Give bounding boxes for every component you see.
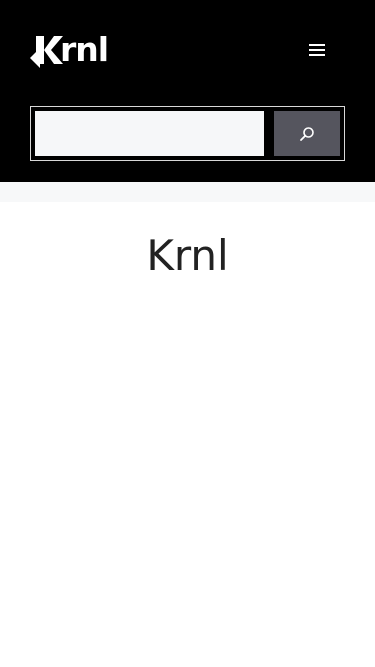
site-logo[interactable]: rnl [30, 30, 109, 69]
menu-toggle-button[interactable] [303, 36, 331, 64]
search-button[interactable] [274, 111, 340, 156]
search-icon [300, 126, 314, 141]
search-form [30, 106, 345, 161]
header-divider-strip [0, 182, 375, 202]
page-title: Krnl [146, 231, 229, 280]
search-input[interactable] [35, 111, 264, 156]
hamburger-menu-icon [309, 44, 325, 56]
site-header: rnl [0, 0, 375, 182]
logo-text: rnl [60, 30, 109, 69]
